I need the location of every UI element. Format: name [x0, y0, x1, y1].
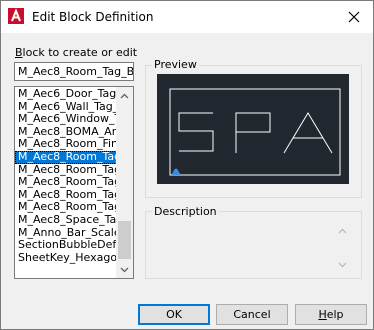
block-list-item[interactable]: M_Aec6_Door_Tag_ [15, 88, 117, 101]
block-preview-canvas [157, 74, 349, 184]
block-list-item[interactable]: M_Aec8_Space_Tag [15, 214, 117, 227]
help-button[interactable]: Help [295, 304, 367, 325]
chevron-up-icon [120, 93, 129, 98]
edit-block-definition-dialog: Edit Block Definition Block to create or… [0, 0, 374, 330]
block-list-item[interactable]: M_Aec8_Room_Tag [15, 176, 117, 189]
block-name-input[interactable]: M_Aec8_Room_Tag_Ba [14, 62, 134, 81]
block-name-label-text: lock to create or edit [22, 46, 138, 59]
ok-button[interactable]: OK [138, 304, 210, 325]
help-mnemonic: H [318, 308, 327, 321]
autocad-a-icon [8, 8, 24, 24]
scroll-up-button[interactable] [116, 87, 133, 104]
preview-letter-s [178, 112, 214, 152]
block-name-label-mnemonic: B [15, 46, 23, 59]
block-list-scrollbar[interactable] [116, 87, 133, 278]
close-button[interactable] [343, 6, 365, 28]
description-textarea[interactable] [155, 222, 351, 274]
chevron-down-icon [338, 262, 347, 268]
block-list-item[interactable]: M_Aec8_Room_Tag [15, 189, 117, 202]
block-list-item[interactable]: M_Aec8_BOMA_Are [15, 126, 117, 139]
preview-letter-p [235, 112, 271, 153]
block-list[interactable]: M_Aec6_Door_Tag_ M_Aec6_Wall_Tag_ M_Aec6_W… [14, 86, 134, 279]
help-text: elp [326, 308, 344, 321]
ucs-icon [172, 168, 180, 175]
block-list-item[interactable]: M_Aec6_Window_T [15, 113, 117, 126]
dialog-title: Edit Block Definition [32, 10, 154, 24]
description-label: Description [152, 205, 219, 218]
block-list-item[interactable]: SheetKey_Hexagon_ [15, 252, 117, 265]
block-name-label: Block to create or edit [15, 46, 137, 59]
chevron-down-icon [120, 267, 129, 272]
preview-label: Preview [152, 58, 199, 71]
block-list-item[interactable]: SectionBubbleDef [15, 239, 117, 252]
preview-letter-a [283, 112, 333, 154]
block-list-item[interactable]: M_Anno_Bar_Scale_ [15, 227, 117, 240]
chevron-up-icon [338, 228, 347, 234]
close-icon [348, 11, 360, 23]
block-list-items: M_Aec6_Door_Tag_ M_Aec6_Wall_Tag_ M_Aec6_W… [15, 88, 117, 264]
title-bar: Edit Block Definition [1, 1, 373, 33]
preview-drawing [169, 88, 341, 176]
scroll-thumb[interactable] [118, 221, 131, 259]
block-list-item[interactable]: M_Aec8_Room_Tag [15, 164, 117, 177]
block-list-item[interactable]: M_Aec8_Room_Finis [15, 138, 117, 151]
block-list-item[interactable]: M_Aec6_Wall_Tag_ [15, 101, 117, 114]
description-scrollbar[interactable] [334, 222, 351, 274]
scroll-down-button[interactable] [116, 261, 133, 278]
block-list-item[interactable]: M_Aec8_Room_Tag [15, 201, 117, 214]
cancel-button[interactable]: Cancel [216, 304, 288, 325]
block-list-item[interactable]: M_Aec8_Room_Tag [15, 150, 117, 164]
